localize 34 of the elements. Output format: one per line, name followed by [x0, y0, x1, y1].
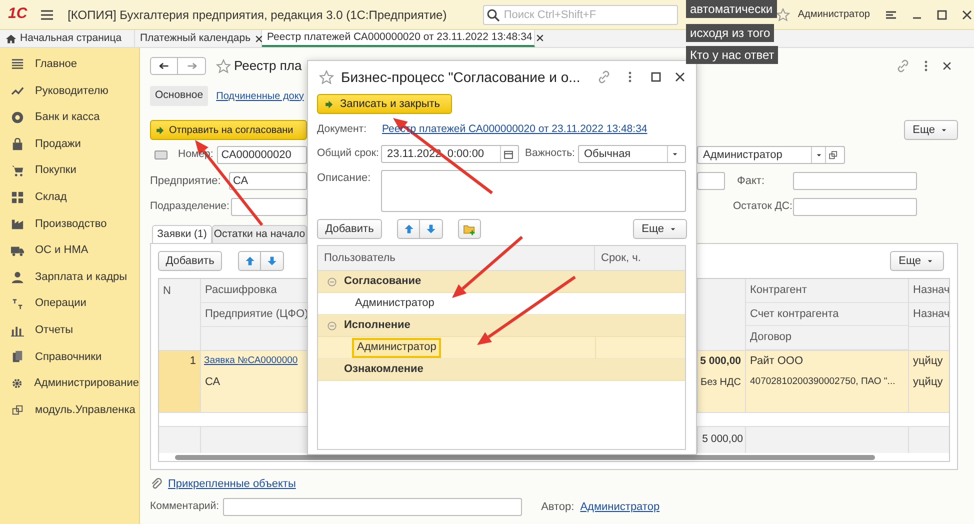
table-cell-text: Райт ООО — [749, 354, 804, 370]
column-header: Назнач — [909, 279, 951, 303]
field-label: Подразделение: — [150, 199, 230, 214]
field-label: Документ: — [317, 122, 368, 138]
table-cell-text: уцйцу — [912, 354, 944, 370]
field-label: Автор: — [541, 500, 574, 515]
field-label: Предприятие: — [150, 174, 222, 189]
field-label: Описание: — [317, 171, 372, 184]
table-cell-text: Без НДС — [700, 376, 742, 390]
video-caption: исходя из того — [686, 24, 774, 42]
form-title: Реестр пла — [234, 57, 302, 76]
field-label: Факт: — [737, 174, 766, 189]
table-cell-text: 5 000,00 — [701, 432, 744, 448]
column-header: N — [162, 284, 172, 299]
field-label: Общий срок: — [317, 146, 380, 162]
column-header: Назнач — [909, 303, 951, 327]
video-caption: Кто у нас ответ — [686, 46, 778, 64]
logo: 1С — [8, 4, 28, 24]
table-cell-text: СА — [204, 375, 222, 390]
field-label: Комментарий: — [150, 499, 220, 514]
column-header: Срок, ч. — [600, 250, 642, 266]
table-cell-text: 5 000,00 — [699, 354, 742, 369]
column-header: Контрагент — [746, 279, 908, 303]
field-label: Остаток ДС: — [733, 199, 793, 214]
video-caption: автоматически — [686, 0, 777, 18]
column-header: Договор — [746, 326, 908, 350]
dialog-title: Бизнес-процесс "Согласование и о... — [341, 68, 580, 87]
table-cell-text: 40702810200390002750, ПАО "... — [749, 375, 896, 390]
table-cell-text: 1 — [188, 354, 197, 370]
table-cell-text: уцйцу — [912, 375, 944, 390]
window-title: [КОПИЯ] Бухгалтерия предприятия, редакция 3.0 (1С:Предприятие) — [68, 6, 448, 24]
column-header: Счет контрагента — [746, 302, 908, 326]
column-header: Пользователь — [318, 246, 595, 270]
field-label: Важность: — [525, 146, 576, 162]
